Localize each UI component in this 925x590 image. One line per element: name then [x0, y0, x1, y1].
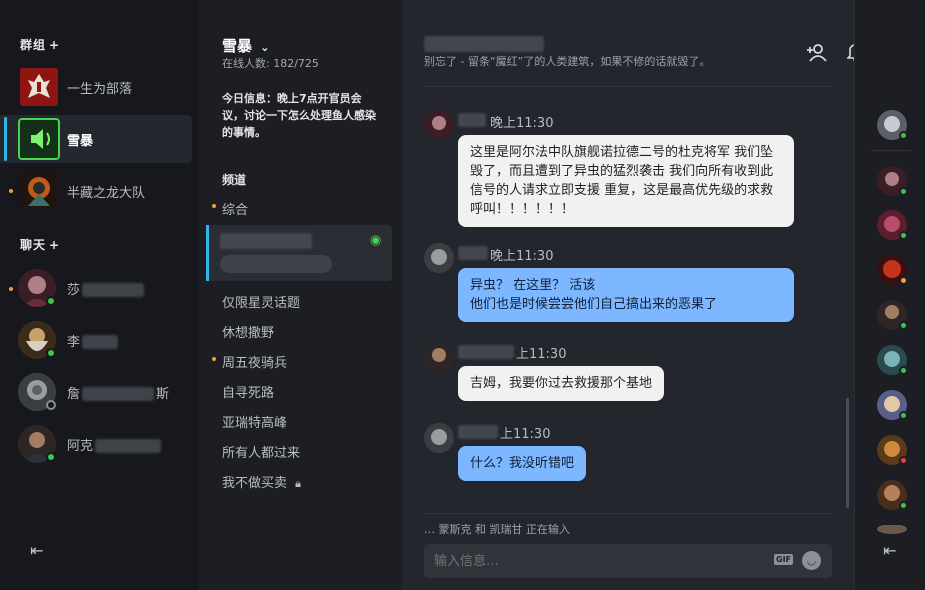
- speaker-icon: [18, 118, 60, 160]
- dm-item[interactable]: 莎: [0, 264, 192, 312]
- channels-panel: 雪暴 ⌄ 在线人数: 182/725 今日信息：晚上7点开官员会议，讨论一下怎么…: [198, 0, 402, 590]
- unread-dot: [212, 204, 216, 208]
- channels-section-label: 频道: [222, 173, 247, 187]
- message-avatar[interactable]: [424, 110, 454, 140]
- group-label: 一生为部落: [67, 81, 133, 97]
- chat-header: 聊天 +: [20, 238, 61, 252]
- collapse-members-icon[interactable]: ⇤: [883, 541, 896, 560]
- channel-item[interactable]: 综合: [222, 199, 248, 218]
- message-avatar[interactable]: [424, 343, 454, 373]
- online-status: [899, 187, 908, 196]
- members-sidebar: ⇤: [854, 0, 925, 590]
- typing-divider: [424, 513, 832, 514]
- online-status: [899, 231, 908, 240]
- group-label: 半藏之龙大队: [67, 185, 146, 201]
- busy-status: [899, 456, 908, 465]
- online-status: [899, 411, 908, 420]
- redacted-name: [82, 387, 155, 401]
- add-friend-icon[interactable]: [806, 42, 828, 66]
- channel-item[interactable]: 自寻死路: [222, 382, 274, 401]
- channel-item[interactable]: 亚瑞特高峰: [222, 412, 287, 431]
- groups-sidebar: 群组 + 一生为部落 雪暴 半藏之龙大队 聊天 + 莎 李 詹 斯 阿克 ⇤: [0, 0, 198, 590]
- away-status: [899, 276, 908, 285]
- dm-label: 李: [67, 334, 81, 350]
- group-item-active[interactable]: 雪暴: [0, 115, 192, 163]
- scrollbar[interactable]: [846, 398, 849, 508]
- online-status: [899, 131, 908, 140]
- redacted-channel-name: [220, 233, 312, 249]
- group-label: 雪暴: [67, 133, 94, 149]
- message-input-box[interactable]: GIF ◡: [424, 544, 832, 578]
- channel-item[interactable]: 仅限星灵话题: [222, 292, 300, 311]
- message-bubble: 这里是阿尔法中队旗舰诺拉德二号的杜克将军 我们坠毁了，而且遭到了异虫的猛烈袭击 …: [458, 135, 794, 227]
- server-title[interactable]: 雪暴 ⌄: [222, 35, 269, 56]
- redacted-name: [82, 283, 145, 297]
- dm-label: 詹: [67, 386, 81, 402]
- redacted-sender: [458, 246, 488, 260]
- voice-headset-icon: ◉: [370, 233, 382, 248]
- dm-label: 阿克: [67, 438, 94, 454]
- group-item[interactable]: 一生为部落: [0, 63, 192, 111]
- message-time: 晚上11:30: [490, 249, 554, 264]
- group-item[interactable]: 半藏之龙大队: [0, 167, 192, 215]
- message-time: 上11:30: [500, 427, 551, 442]
- online-status: [899, 321, 908, 330]
- message-bubble: 吉姆，我要你过去救援那个基地: [458, 366, 665, 401]
- redacted-name: [95, 439, 162, 453]
- groups-header: 群组 +: [20, 38, 61, 52]
- message-bubble: 异虫？ 在这里？ 活该 他们也是时候尝尝他们自己搞出来的恶果了: [458, 268, 794, 322]
- message-avatar[interactable]: [424, 243, 454, 273]
- gif-button[interactable]: GIF: [774, 554, 794, 565]
- channel-topic: 别忘了 - 留条“魔红”了的人类建筑，如果不修的话就毁了。: [424, 55, 711, 68]
- unread-dot: [212, 357, 216, 361]
- channel-item[interactable]: 所有人都过来: [222, 442, 300, 461]
- message-avatar[interactable]: [424, 423, 454, 453]
- emoji-icon[interactable]: ◡: [802, 551, 821, 570]
- channel-item[interactable]: 我不做买卖 🔒︎: [222, 472, 301, 491]
- message-time: 晚上11:30: [490, 116, 554, 131]
- channel-item-active[interactable]: ◉: [206, 225, 392, 281]
- collapse-sidebar-icon[interactable]: ⇤: [30, 541, 43, 560]
- member-avatar[interactable]: [877, 524, 907, 534]
- daily-info: 今日信息：晚上7点开官员会议，讨论一下怎么处理鱼人感染的事情。: [222, 92, 376, 139]
- online-status: [899, 501, 908, 510]
- dm-item[interactable]: 李: [0, 316, 192, 364]
- chevron-down-icon: ⌄: [260, 41, 270, 54]
- typing-indicator: … 蒙斯克 和 凯瑞甘 正在输入: [424, 523, 570, 536]
- online-status: [46, 296, 56, 306]
- add-group-button[interactable]: +: [49, 38, 60, 52]
- voice-participants: [220, 255, 332, 273]
- message-bubble: 什么？我没听错吧: [458, 446, 587, 481]
- active-indicator: [206, 225, 209, 281]
- message-input[interactable]: [434, 551, 754, 571]
- dm-label-suffix: 斯: [156, 386, 170, 402]
- lock-icon: 🔒︎: [295, 477, 302, 490]
- channel-item[interactable]: 周五夜骑兵: [222, 352, 287, 371]
- header-divider: [424, 86, 832, 87]
- dm-label: 莎: [67, 282, 81, 298]
- redacted-sender: [458, 113, 486, 127]
- dragon-icon: [20, 172, 58, 210]
- online-status: [46, 348, 56, 358]
- redacted-sender: [458, 425, 498, 439]
- online-status: [899, 366, 908, 375]
- dm-item[interactable]: 詹斯: [0, 368, 192, 416]
- redacted-sender: [458, 345, 514, 359]
- online-status: [46, 452, 56, 462]
- online-count: 在线人数: 182/725: [222, 57, 319, 70]
- message-time: 上11:30: [516, 347, 567, 362]
- chat-main: 别忘了 - 留条“魔红”了的人类建筑，如果不修的话就毁了。 晚上11:30 这里…: [402, 0, 903, 590]
- offline-status: [46, 400, 56, 410]
- member-divider: [871, 150, 911, 151]
- horde-icon: [20, 68, 58, 106]
- dm-item[interactable]: 阿克: [0, 420, 192, 468]
- add-chat-button[interactable]: +: [49, 238, 60, 252]
- redacted-channel-title: [424, 36, 544, 52]
- channel-item[interactable]: 休想撒野: [222, 322, 274, 341]
- redacted-name: [82, 335, 119, 349]
